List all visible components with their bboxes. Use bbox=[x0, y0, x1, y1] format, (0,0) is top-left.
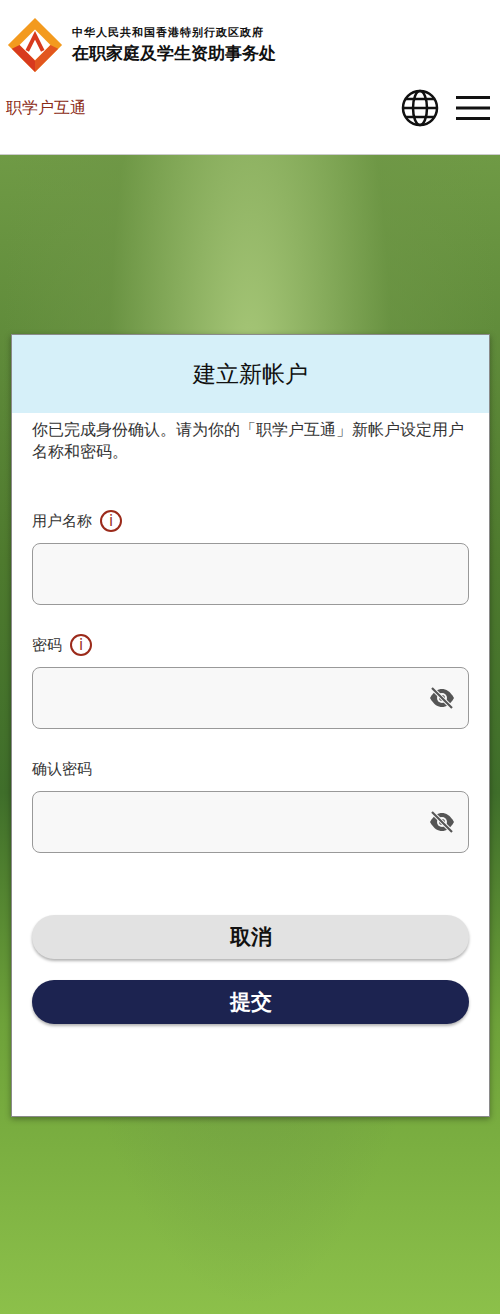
background-photo: 建立新帐户你已完成身份确认。请为你的「职学户互通」新帐户设定用户名称和密码。用户… bbox=[0, 155, 500, 1314]
text-input[interactable] bbox=[45, 812, 428, 832]
hamburger-menu-icon[interactable] bbox=[456, 94, 490, 122]
input-field[interactable] bbox=[32, 543, 469, 605]
form-field: 密码 i bbox=[32, 631, 469, 729]
text-input[interactable] bbox=[45, 688, 428, 708]
office-name: 在职家庭及学生资助事务处 bbox=[72, 42, 276, 65]
field-label: 用户名称 bbox=[32, 512, 92, 531]
site-header: 中华人民共和国香港特别行政区政府在职家庭及学生资助事务处职学户互通 bbox=[0, 0, 500, 155]
field-label: 密码 bbox=[32, 636, 62, 655]
field-label: 确认密码 bbox=[32, 760, 92, 779]
info-icon[interactable]: i bbox=[70, 634, 92, 656]
card-title: 建立新帐户 bbox=[193, 359, 308, 390]
language-globe-icon[interactable] bbox=[400, 88, 440, 128]
intro-text: 你已完成身份确认。请为你的「职学户互通」新帐户设定用户名称和密码。 bbox=[32, 419, 469, 463]
nav-bar: 职学户互通 bbox=[0, 74, 500, 128]
app-title[interactable]: 职学户互通 bbox=[6, 98, 86, 119]
submit-button[interactable]: 提交 bbox=[32, 980, 469, 1024]
input-field[interactable] bbox=[32, 791, 469, 853]
cancel-button[interactable]: 取消 bbox=[32, 915, 469, 959]
eye-off-icon[interactable] bbox=[428, 810, 456, 834]
agency-logo-icon bbox=[6, 16, 64, 74]
government-name: 中华人民共和国香港特别行政区政府 bbox=[72, 25, 276, 40]
info-icon[interactable]: i bbox=[100, 510, 122, 532]
page: 中华人民共和国香港特别行政区政府在职家庭及学生资助事务处职学户互通建立新帐户你已… bbox=[0, 0, 500, 1314]
brand[interactable]: 中华人民共和国香港特别行政区政府在职家庭及学生资助事务处 bbox=[0, 0, 500, 74]
create-account-card: 建立新帐户你已完成身份确认。请为你的「职学户互通」新帐户设定用户名称和密码。用户… bbox=[11, 334, 490, 1117]
input-field[interactable] bbox=[32, 667, 469, 729]
card-header: 建立新帐户 bbox=[12, 335, 489, 413]
form-field: 用户名称 i bbox=[32, 507, 469, 605]
eye-off-icon[interactable] bbox=[428, 686, 456, 710]
form-field: 确认密码 bbox=[32, 755, 469, 853]
text-input[interactable] bbox=[45, 564, 456, 584]
